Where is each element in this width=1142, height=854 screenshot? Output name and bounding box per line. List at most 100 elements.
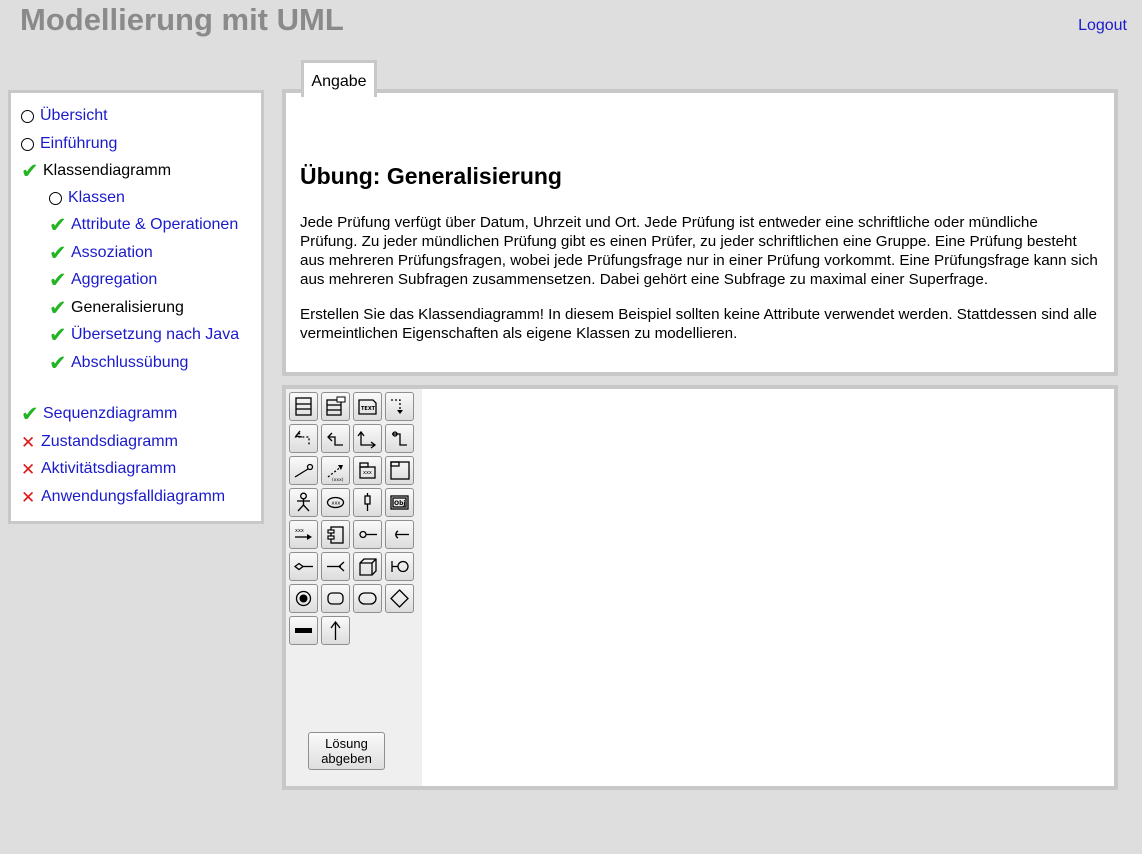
dependency-tool-button[interactable]: (xxx) xyxy=(321,456,350,485)
checkmark-icon: ✔ xyxy=(21,159,39,183)
self-message-tool-button[interactable] xyxy=(289,424,318,453)
exercise-instruction: Erstellen Sie das Klassendiagramm! In di… xyxy=(300,306,1097,342)
sidebar-item-label: Assoziation xyxy=(71,244,153,261)
aggregation-icon xyxy=(293,562,313,571)
sidebar-item-label: Einführung xyxy=(40,135,118,152)
logout-link[interactable]: Logout xyxy=(1078,17,1127,35)
association-down-tool-button[interactable] xyxy=(353,424,382,453)
sidebar-item-10[interactable]: ✔ Abschlussübung xyxy=(49,352,188,374)
package-frame-icon xyxy=(390,461,410,480)
sidebar-item-label: Generalisierung xyxy=(71,299,184,316)
state-icon xyxy=(327,592,344,605)
fork-bar-tool-button[interactable] xyxy=(289,616,318,645)
class-template-icon xyxy=(326,396,346,416)
app-title: Modellierung mit UML xyxy=(20,2,344,37)
self-message-icon xyxy=(294,430,310,445)
interface-ball-tool-button[interactable] xyxy=(385,552,414,581)
not-started-circle-icon xyxy=(49,191,62,205)
realization-arrow-tool-button[interactable]: xxx xyxy=(289,520,318,549)
component-icon xyxy=(327,526,344,544)
fork-bar-icon xyxy=(295,628,312,633)
sidebar-item-11[interactable]: ✔ Sequenzdiagramm xyxy=(21,403,177,425)
provided-interface-tool-button[interactable] xyxy=(353,520,382,549)
component-tool-button[interactable] xyxy=(321,520,350,549)
submit-solution-button[interactable]: Lösung abgeben xyxy=(308,732,385,770)
flow-arrow-icon xyxy=(330,620,341,640)
text-note-icon: TEXT xyxy=(358,399,377,415)
action-icon xyxy=(358,592,377,605)
flow-arrow-tool-button[interactable] xyxy=(321,616,350,645)
sidebar-item-label: Übersicht xyxy=(40,107,108,124)
required-socket-icon xyxy=(327,561,345,572)
realization-arrow-icon: xxx xyxy=(295,528,312,540)
sidebar-item-7[interactable]: ✔ Aggregation xyxy=(49,269,157,291)
node-tool-button[interactable] xyxy=(353,552,382,581)
sidebar-item-14[interactable]: ✕ Anwendungsfalldiagramm xyxy=(21,486,225,508)
action-tool-button[interactable] xyxy=(353,584,382,613)
sidebar-item-label: Sequenzdiagramm xyxy=(43,405,178,422)
text-note-tool-button[interactable]: TEXT xyxy=(353,392,382,421)
cross-icon: ✕ xyxy=(21,487,36,507)
sidebar-item-label: Abschlussübung xyxy=(71,354,189,371)
sidebar-item-label: Anwendungsfalldiagramm xyxy=(41,488,226,505)
package-icon: xxx xyxy=(359,462,376,479)
association-up-tool-button[interactable] xyxy=(321,424,350,453)
checkmark-icon: ✔ xyxy=(49,213,67,237)
sidebar-item-5[interactable]: ✔ Attribute & Operationen xyxy=(49,214,238,236)
checkmark-icon: ✔ xyxy=(49,351,67,375)
svg-text:xxx: xxx xyxy=(295,528,304,534)
sidebar-item-4[interactable]: Klassen xyxy=(49,187,125,209)
diagram-canvas[interactable] xyxy=(422,389,1114,786)
object-tool-button[interactable]: Obj xyxy=(385,488,414,517)
object-icon: Obj xyxy=(390,495,409,510)
association-down-icon xyxy=(357,430,377,449)
sidebar-item-2[interactable]: Einführung xyxy=(21,133,117,155)
dependency-icon: (xxx) xyxy=(327,465,344,482)
decision-icon xyxy=(390,589,409,608)
required-socket-tool-button[interactable] xyxy=(321,552,350,581)
checkmark-icon: ✔ xyxy=(49,296,67,320)
sidebar-item-6[interactable]: ✔ Assoziation xyxy=(49,242,153,264)
class-icon xyxy=(295,397,312,416)
package-frame-tool-button[interactable] xyxy=(385,456,414,485)
class-tool-button[interactable] xyxy=(289,392,318,421)
state-tool-button[interactable] xyxy=(321,584,350,613)
final-state-tool-button[interactable] xyxy=(289,584,318,613)
required-interface-tool-button[interactable] xyxy=(385,520,414,549)
association-step-tool-button[interactable] xyxy=(385,424,414,453)
lifeline-icon xyxy=(364,493,371,511)
actor-tool-button[interactable] xyxy=(289,488,318,517)
not-started-circle-icon xyxy=(21,109,34,123)
sidebar-item-label: Klassendiagramm xyxy=(43,162,172,179)
svg-text:xxx: xxx xyxy=(363,470,372,476)
link-icon xyxy=(294,463,314,478)
provided-interface-icon xyxy=(359,530,377,539)
class-template-tool-button[interactable] xyxy=(321,392,350,421)
svg-text:(xxx): (xxx) xyxy=(332,477,344,482)
message-arrow-tool-button[interactable] xyxy=(385,392,414,421)
lifeline-tool-button[interactable] xyxy=(353,488,382,517)
node-icon xyxy=(359,558,377,576)
checkmark-icon: ✔ xyxy=(49,323,67,347)
final-state-icon xyxy=(295,590,312,607)
sidebar-nav: Übersicht Einführung ✔ Klassendiagramm Klass… xyxy=(8,90,264,524)
association-step-icon xyxy=(392,431,407,446)
tab-angabe[interactable]: Angabe xyxy=(301,60,377,97)
link-tool-button[interactable] xyxy=(289,456,318,485)
package-tool-button[interactable]: xxx xyxy=(353,456,382,485)
decision-tool-button[interactable] xyxy=(385,584,414,613)
sidebar-item-label: Attribute & Operationen xyxy=(71,216,239,233)
use-case-icon: xxx xyxy=(326,496,345,509)
sidebar-item-13[interactable]: ✕ Aktivitätsdiagramm xyxy=(21,458,176,480)
aggregation-tool-button[interactable] xyxy=(289,552,318,581)
exercise-panel: Übung: Generalisierung Jede Prüfung verf… xyxy=(282,89,1118,376)
exercise-title: Übung: Generalisierung xyxy=(300,163,562,189)
cross-icon: ✕ xyxy=(21,459,36,479)
diagram-editor: Lösung abgeben TEXT (xxx) xxx xxx Obj xxx xyxy=(282,385,1118,790)
use-case-tool-button[interactable]: xxx xyxy=(321,488,350,517)
sidebar-item-12[interactable]: ✕ Zustandsdiagramm xyxy=(21,431,178,453)
sidebar-item-1[interactable]: Übersicht xyxy=(21,105,108,127)
svg-text:xxx: xxx xyxy=(332,501,341,507)
sidebar-item-9[interactable]: ✔ Übersetzung nach Java xyxy=(49,324,239,346)
sidebar-item-label: Zustandsdiagramm xyxy=(41,433,178,450)
